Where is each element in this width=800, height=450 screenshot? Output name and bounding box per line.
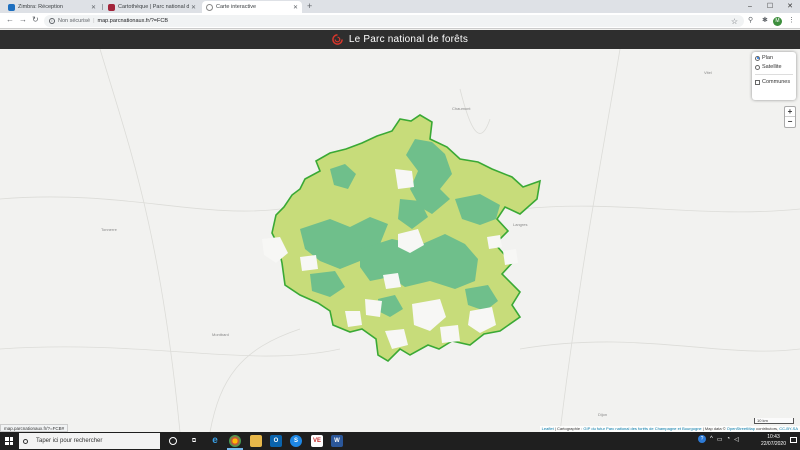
tab-title: Zimbra: Réception bbox=[18, 4, 63, 10]
back-arrow-icon[interactable]: ← bbox=[6, 15, 14, 24]
close-tab-icon[interactable]: ✕ bbox=[293, 4, 298, 11]
attribution-text: | Map data © bbox=[701, 426, 727, 431]
tab-title: Cartothèque | Parc national de fo bbox=[118, 4, 189, 10]
license-link[interactable]: CC-BY-SA bbox=[779, 426, 798, 431]
close-tab-icon[interactable]: ✕ bbox=[91, 4, 96, 11]
system-tray: ? ^ ▭ ◔ ◁ bbox=[698, 435, 739, 443]
close-tab-icon[interactable]: ✕ bbox=[191, 4, 196, 11]
minimize-icon[interactable]: – bbox=[740, 0, 760, 13]
taskbar-search-box[interactable]: Taper ici pour rechercher bbox=[19, 433, 160, 449]
park-logo-icon bbox=[332, 34, 343, 45]
overlay-label: Communes bbox=[762, 79, 791, 85]
browser-toolbar: ← → ↻ i Non sécurisé | map.parcnationaux… bbox=[0, 13, 800, 29]
checkbox-icon[interactable] bbox=[755, 79, 760, 85]
tab-cartotheque[interactable]: Cartothèque | Parc national de fo ✕ bbox=[104, 1, 200, 13]
notification-icon[interactable] bbox=[790, 437, 797, 443]
network-icon[interactable]: ◔ bbox=[727, 436, 731, 442]
place-label: Vitel bbox=[704, 70, 712, 75]
cortana-icon[interactable] bbox=[169, 437, 177, 445]
clock-date: 22/07/2020 bbox=[760, 440, 786, 447]
zimbra-favicon-icon bbox=[8, 3, 15, 11]
volume-icon[interactable]: ◁ bbox=[734, 436, 739, 443]
browser-tab-strip: Zimbra: Réception ✕ Cartothèque | Parc n… bbox=[0, 0, 800, 13]
taskbar-clock[interactable]: 10:43 22/07/2020 bbox=[761, 434, 786, 447]
new-tab-button[interactable]: + bbox=[307, 1, 312, 11]
help-icon[interactable]: ? bbox=[698, 435, 706, 443]
forward-arrow-icon[interactable]: → bbox=[19, 15, 27, 24]
windows-start-icon[interactable] bbox=[5, 437, 13, 445]
layer-control: Plan Satellite Communes bbox=[752, 52, 796, 100]
search-placeholder: Taper ici pour rechercher bbox=[36, 438, 103, 444]
site-title: Le Parc national de forêts bbox=[348, 34, 469, 45]
info-icon[interactable]: i bbox=[49, 18, 55, 24]
edge-icon[interactable]: e bbox=[209, 435, 221, 447]
overlay-communes[interactable]: Communes bbox=[755, 79, 793, 85]
address-bar[interactable]: i Non sécurisé | map.parcnationaux.fr/?=… bbox=[44, 15, 744, 27]
place-label: Tonnerre bbox=[101, 227, 117, 232]
radio-icon[interactable] bbox=[755, 64, 760, 70]
place-label: Langres bbox=[513, 222, 528, 227]
site-header: Le Parc national de forêts bbox=[0, 30, 800, 49]
layer-option-plan[interactable]: Plan bbox=[755, 55, 793, 61]
file-explorer-icon[interactable] bbox=[250, 435, 262, 447]
osm-link[interactable]: OpenStreetMap bbox=[727, 426, 755, 431]
interactive-map[interactable]: Chaumont Langres Vitel Tonnerre Montbard… bbox=[0, 49, 800, 432]
layer-option-satellite[interactable]: Satellite bbox=[755, 64, 793, 70]
leaflet-link[interactable]: Leaflet bbox=[542, 426, 554, 431]
layer-label: Plan bbox=[762, 55, 774, 61]
gip-link[interactable]: GIP du futur Parc national des forêts de… bbox=[583, 426, 701, 431]
close-window-icon[interactable]: ✕ bbox=[780, 0, 800, 13]
scale-bar: 10 km bbox=[754, 418, 794, 424]
zoom-in-button[interactable]: + bbox=[785, 107, 795, 117]
place-label: Dijon bbox=[598, 412, 608, 417]
cartotheque-favicon-icon bbox=[108, 3, 115, 11]
bookmark-star-icon[interactable]: ☆ bbox=[731, 17, 738, 26]
tab-title: Carte interactive bbox=[216, 4, 257, 10]
task-view-icon[interactable]: ⧉ bbox=[188, 435, 200, 447]
profile-avatar[interactable]: M bbox=[773, 17, 782, 26]
chrome-icon[interactable] bbox=[227, 435, 243, 450]
layer-label: Satellite bbox=[762, 64, 782, 70]
windows-taskbar: Taper ici pour rechercher ⧉ e O S VE W ?… bbox=[0, 432, 800, 450]
map-canvas[interactable] bbox=[0, 49, 800, 432]
attribution-text: contributors, bbox=[755, 426, 780, 431]
zoom-out-button[interactable]: − bbox=[785, 117, 795, 127]
place-label: Chaumont bbox=[452, 106, 471, 111]
url-text[interactable]: map.parcnationaux.fr/?=FCB bbox=[98, 18, 168, 24]
skype-icon[interactable]: S bbox=[290, 435, 302, 447]
extension-icon[interactable]: ⚲ bbox=[748, 16, 753, 24]
ve-app-icon[interactable]: VE bbox=[311, 435, 323, 447]
search-icon bbox=[23, 438, 28, 444]
zoom-control: + − bbox=[784, 106, 796, 128]
battery-icon[interactable]: ▭ bbox=[717, 436, 723, 443]
radio-selected-icon[interactable] bbox=[755, 55, 760, 61]
maximize-icon[interactable]: ☐ bbox=[760, 0, 780, 13]
tab-carte-interactive[interactable]: Carte interactive ✕ bbox=[202, 1, 302, 13]
attribution-text: | Cartographie : bbox=[553, 426, 584, 431]
menu-kebab-icon[interactable]: ⋮ bbox=[788, 16, 795, 24]
tab-zimbra[interactable]: Zimbra: Réception ✕ bbox=[4, 1, 100, 13]
security-label: Non sécurisé bbox=[58, 18, 91, 24]
outlook-icon[interactable]: O bbox=[270, 435, 282, 447]
chevron-up-icon[interactable]: ^ bbox=[710, 436, 713, 442]
place-label: Montbard bbox=[212, 332, 229, 337]
word-icon[interactable]: W bbox=[331, 435, 343, 447]
status-url: map.parcnationaux.fr/?=FCB# bbox=[0, 424, 69, 432]
globe-icon bbox=[206, 3, 213, 11]
window-controls: – ☐ ✕ bbox=[740, 0, 800, 13]
puzzle-icon[interactable]: ✱ bbox=[762, 16, 768, 24]
reload-icon[interactable]: ↻ bbox=[32, 15, 39, 24]
